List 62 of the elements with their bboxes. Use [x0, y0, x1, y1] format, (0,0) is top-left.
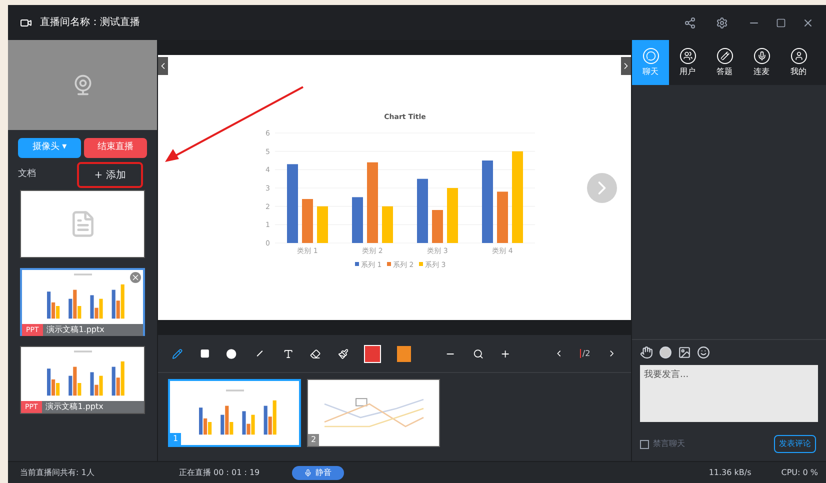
zoom-in-icon[interactable] — [500, 348, 511, 360]
slide-number: 1 — [170, 433, 182, 445]
bar — [416, 178, 428, 242]
bar — [446, 188, 458, 242]
collapse-left-icon[interactable] — [158, 57, 168, 75]
live-timer: 正在直播 00 : 01 : 19 — [179, 466, 260, 478]
bar — [496, 191, 508, 242]
panel-tab[interactable]: 连麦 — [743, 40, 780, 85]
camera-button[interactable]: 摄像头 ▾ — [18, 138, 81, 158]
panel-tab[interactable]: 我的 — [780, 40, 817, 85]
zoom-icon[interactable] — [472, 348, 484, 360]
end-live-button[interactable]: 结束直播 — [84, 138, 147, 158]
eraser-icon[interactable] — [310, 348, 321, 360]
chat-input[interactable]: 我要发言... — [640, 365, 818, 422]
slide-thumbnail[interactable]: 2 — [307, 379, 440, 447]
microphone-icon — [304, 468, 312, 476]
text-tool-icon[interactable] — [282, 348, 294, 360]
document-name: 演示文稿1.pptx — [46, 401, 104, 413]
bar — [382, 206, 392, 242]
color-swatch[interactable] — [396, 346, 411, 362]
network-speed: 11.36 kB/s — [708, 466, 752, 478]
user-icon — [790, 48, 806, 64]
send-comment-button[interactable]: 发表评论 — [774, 435, 816, 453]
viewer-count: 当前直播间共有: 1人 — [20, 466, 96, 478]
slide-thumbnail[interactable]: 1 — [168, 379, 301, 447]
panel-tab[interactable]: 用户 — [669, 40, 706, 85]
mute-chat-label: 禁言聊天 — [653, 438, 685, 450]
color-swatch[interactable] — [365, 346, 380, 362]
rectangle-tool-icon[interactable] — [200, 348, 210, 359]
bar — [316, 206, 328, 242]
add-document-button[interactable]: + 添加 — [77, 162, 143, 188]
app-icon — [20, 16, 32, 28]
mute-button[interactable]: 静音 — [292, 466, 344, 480]
circle-tool-icon[interactable] — [226, 348, 238, 360]
pencil-icon — [716, 48, 732, 64]
raise-hand-icon[interactable] — [640, 346, 653, 359]
bar — [432, 210, 442, 242]
page-indicator: /2 — [582, 348, 590, 360]
cpu-usage: CPU: 0 % — [781, 466, 818, 478]
panel-tab[interactable]: 聊天 — [632, 40, 669, 85]
clear-brush-icon[interactable] — [338, 348, 348, 360]
document-card[interactable] — [20, 190, 145, 258]
window-title: 直播间名称：测试直播 — [40, 16, 140, 30]
close-icon[interactable] — [802, 16, 814, 28]
document-name: 演示文稿1.pptx — [46, 324, 104, 336]
microphone-icon — [754, 48, 770, 64]
mute-chat-checkbox[interactable] — [640, 440, 649, 448]
maximize-icon[interactable] — [776, 18, 786, 28]
users-icon — [680, 48, 696, 64]
remove-icon[interactable] — [130, 272, 141, 283]
settings-icon[interactable] — [716, 16, 728, 28]
slide-number: 2 — [308, 434, 320, 446]
image-icon[interactable] — [678, 346, 691, 359]
chat-bubble-icon — [642, 48, 658, 64]
documents-label: 文档 — [18, 168, 36, 182]
share-icon[interactable] — [684, 16, 696, 28]
emoji-icon[interactable] — [697, 346, 710, 359]
bar — [302, 198, 312, 242]
panel-tab[interactable]: 答题 — [706, 40, 743, 85]
pen-tool-icon[interactable] — [172, 348, 183, 360]
collapse-right-icon[interactable] — [621, 57, 631, 75]
bar — [352, 196, 362, 242]
